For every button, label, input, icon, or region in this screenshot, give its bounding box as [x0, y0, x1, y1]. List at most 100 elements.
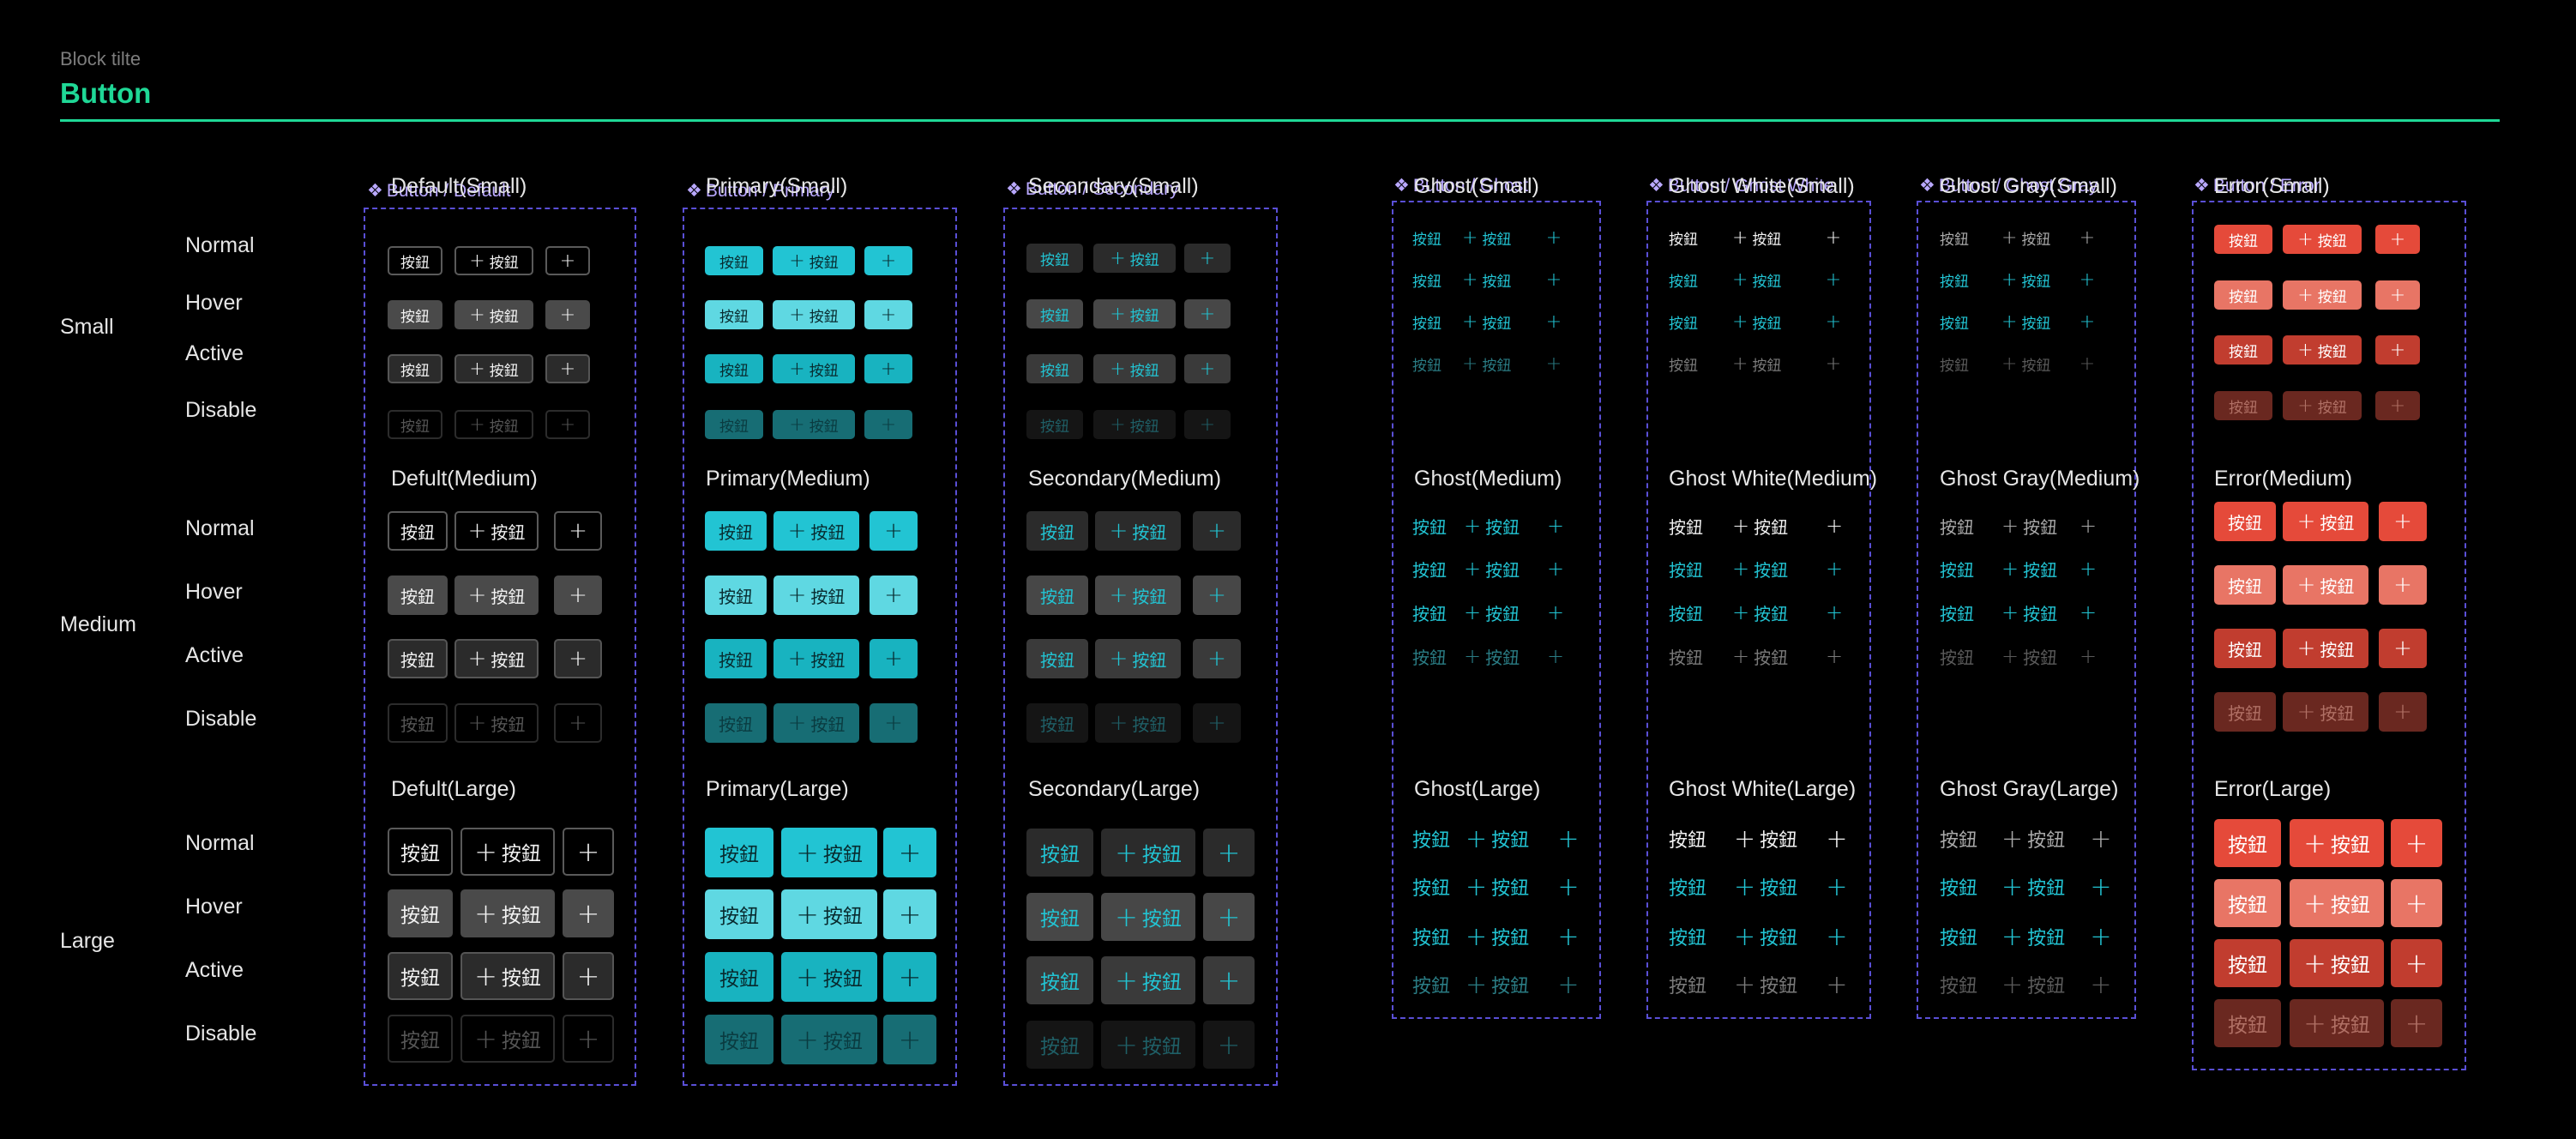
- error-text-button-medium-hover[interactable]: 按鈕: [2214, 565, 2276, 605]
- error-text-button-medium-active[interactable]: 按鈕: [2214, 629, 2276, 668]
- ghost-white-icon-text-button-medium-normal[interactable]: + 按鈕: [1732, 511, 1794, 540]
- ghost-white-text-button-medium-active[interactable]: 按鈕: [1669, 598, 1706, 627]
- default-icon-button-medium-normal[interactable]: +: [554, 511, 602, 551]
- secondary-icon-text-button-medium-normal[interactable]: + 按鈕: [1095, 511, 1181, 551]
- secondary-text-button-large-hover[interactable]: 按鈕: [1026, 893, 1093, 941]
- ghost-white-icon-button-small-normal[interactable]: +: [1823, 225, 1844, 250]
- ghost-gray-icon-text-button-small-normal[interactable]: + 按鈕: [2001, 225, 2056, 250]
- ghost-gray-icon-text-button-medium-active[interactable]: + 按鈕: [2001, 598, 2063, 627]
- primary-text-button-large-active[interactable]: 按鈕: [705, 952, 773, 1002]
- default-icon-text-button-small-hover[interactable]: + 按鈕: [454, 300, 533, 329]
- ghost-white-icon-button-large-hover[interactable]: +: [1825, 870, 1849, 904]
- default-text-button-medium-hover[interactable]: 按鈕: [388, 576, 448, 615]
- error-icon-text-button-small-disable[interactable]: + 按鈕: [2283, 391, 2362, 420]
- ghost-white-text-button-large-active[interactable]: 按鈕: [1669, 919, 1708, 954]
- error-text-button-medium-disable[interactable]: 按鈕: [2214, 692, 2276, 732]
- error-text-button-small-disable[interactable]: 按鈕: [2214, 391, 2272, 420]
- error-icon-text-button-small-active[interactable]: + 按鈕: [2283, 335, 2362, 365]
- ghost-gray-icon-button-large-hover[interactable]: +: [2089, 870, 2113, 904]
- error-text-button-large-hover[interactable]: 按鈕: [2214, 879, 2281, 927]
- primary-text-button-medium-hover[interactable]: 按鈕: [705, 576, 767, 615]
- error-icon-button-large-disable[interactable]: +: [2391, 999, 2442, 1047]
- primary-icon-text-button-small-hover[interactable]: + 按鈕: [773, 300, 855, 329]
- ghost-icon-text-button-small-active[interactable]: + 按鈕: [1462, 309, 1517, 334]
- ghost-white-text-button-small-hover[interactable]: 按鈕: [1669, 267, 1703, 292]
- default-text-button-large-hover[interactable]: 按鈕: [388, 889, 453, 937]
- secondary-icon-text-button-medium-hover[interactable]: + 按鈕: [1095, 576, 1181, 615]
- primary-icon-button-large-hover[interactable]: +: [883, 889, 936, 939]
- primary-text-button-small-hover[interactable]: 按鈕: [705, 300, 763, 329]
- primary-icon-button-medium-active[interactable]: +: [870, 639, 918, 678]
- ghost-text-button-medium-active[interactable]: 按鈕: [1412, 598, 1450, 627]
- secondary-text-button-medium-normal[interactable]: 按鈕: [1026, 511, 1088, 551]
- default-icon-button-small-active[interactable]: +: [545, 354, 590, 383]
- secondary-icon-button-large-disable[interactable]: +: [1203, 1021, 1255, 1069]
- primary-icon-text-button-large-normal[interactable]: + 按鈕: [781, 828, 877, 877]
- primary-icon-button-small-disable[interactable]: +: [864, 410, 912, 439]
- secondary-text-button-large-normal[interactable]: 按鈕: [1026, 829, 1093, 877]
- default-icon-text-button-small-active[interactable]: + 按鈕: [454, 354, 533, 383]
- secondary-icon-text-button-small-active[interactable]: + 按鈕: [1093, 354, 1176, 383]
- primary-text-button-large-normal[interactable]: 按鈕: [705, 828, 773, 877]
- secondary-text-button-small-normal[interactable]: 按鈕: [1026, 244, 1083, 273]
- ghost-icon-text-button-large-normal[interactable]: + 按鈕: [1466, 822, 1534, 856]
- ghost-icon-button-large-active[interactable]: +: [1556, 919, 1580, 954]
- ghost-icon-text-button-small-hover[interactable]: + 按鈕: [1462, 267, 1517, 292]
- ghost-gray-text-button-medium-disable[interactable]: 按鈕: [1940, 642, 1977, 671]
- primary-icon-text-button-large-disable[interactable]: + 按鈕: [781, 1015, 877, 1064]
- error-icon-button-small-active[interactable]: +: [2375, 335, 2420, 365]
- ghost-gray-icon-text-button-small-hover[interactable]: + 按鈕: [2001, 267, 2056, 292]
- ghost-white-icon-button-small-active[interactable]: +: [1823, 309, 1844, 334]
- primary-icon-text-button-medium-active[interactable]: + 按鈕: [773, 639, 859, 678]
- primary-icon-button-medium-disable[interactable]: +: [870, 703, 918, 743]
- ghost-text-button-large-hover[interactable]: 按鈕: [1412, 870, 1452, 904]
- ghost-white-text-button-medium-disable[interactable]: 按鈕: [1669, 642, 1706, 671]
- ghost-text-button-large-active[interactable]: 按鈕: [1412, 919, 1452, 954]
- ghost-white-icon-text-button-large-active[interactable]: + 按鈕: [1734, 919, 1801, 954]
- ghost-gray-icon-button-medium-active[interactable]: +: [2077, 598, 2099, 627]
- ghost-white-icon-button-large-normal[interactable]: +: [1825, 822, 1849, 856]
- default-text-button-medium-active[interactable]: 按鈕: [388, 639, 448, 678]
- error-icon-button-medium-active[interactable]: +: [2379, 629, 2427, 668]
- ghost-white-icon-text-button-medium-hover[interactable]: + 按鈕: [1732, 554, 1794, 583]
- default-text-button-medium-normal[interactable]: 按鈕: [388, 511, 448, 551]
- ghost-white-text-button-medium-normal[interactable]: 按鈕: [1669, 511, 1706, 540]
- error-icon-text-button-large-disable[interactable]: + 按鈕: [2290, 999, 2384, 1047]
- default-icon-button-large-active[interactable]: +: [563, 952, 614, 1000]
- secondary-icon-text-button-large-active[interactable]: + 按鈕: [1101, 956, 1195, 1004]
- secondary-text-button-small-hover[interactable]: 按鈕: [1026, 299, 1083, 328]
- ghost-white-text-button-small-active[interactable]: 按鈕: [1669, 309, 1703, 334]
- ghost-icon-button-medium-active[interactable]: +: [1544, 598, 1567, 627]
- ghost-white-icon-text-button-large-disable[interactable]: + 按鈕: [1734, 967, 1801, 1002]
- ghost-white-icon-text-button-large-normal[interactable]: + 按鈕: [1734, 822, 1801, 856]
- secondary-icon-text-button-small-normal[interactable]: + 按鈕: [1093, 244, 1176, 273]
- primary-icon-text-button-small-active[interactable]: + 按鈕: [773, 354, 855, 383]
- error-icon-text-button-small-normal[interactable]: + 按鈕: [2283, 225, 2362, 254]
- ghost-text-button-large-normal[interactable]: 按鈕: [1412, 822, 1452, 856]
- primary-text-button-large-disable[interactable]: 按鈕: [705, 1015, 773, 1064]
- ghost-white-icon-button-large-active[interactable]: +: [1825, 919, 1849, 954]
- error-icon-text-button-medium-hover[interactable]: + 按鈕: [2283, 565, 2368, 605]
- ghost-text-button-small-active[interactable]: 按鈕: [1412, 309, 1447, 334]
- default-text-button-small-hover[interactable]: 按鈕: [388, 300, 442, 329]
- error-icon-button-large-hover[interactable]: +: [2391, 879, 2442, 927]
- error-text-button-small-hover[interactable]: 按鈕: [2214, 280, 2272, 310]
- ghost-icon-button-medium-disable[interactable]: +: [1544, 642, 1567, 671]
- ghost-gray-text-button-small-disable[interactable]: 按鈕: [1940, 351, 1974, 377]
- secondary-icon-button-small-hover[interactable]: +: [1184, 299, 1231, 328]
- secondary-icon-button-small-disable[interactable]: +: [1184, 410, 1231, 439]
- ghost-gray-text-button-small-active[interactable]: 按鈕: [1940, 309, 1974, 334]
- primary-text-button-medium-active[interactable]: 按鈕: [705, 639, 767, 678]
- ghost-gray-icon-button-large-disable[interactable]: +: [2089, 967, 2113, 1002]
- primary-icon-button-small-hover[interactable]: +: [864, 300, 912, 329]
- ghost-gray-icon-text-button-small-disable[interactable]: + 按鈕: [2001, 351, 2056, 377]
- secondary-text-button-large-active[interactable]: 按鈕: [1026, 956, 1093, 1004]
- ghost-white-icon-button-large-disable[interactable]: +: [1825, 967, 1849, 1002]
- ghost-gray-icon-button-medium-hover[interactable]: +: [2077, 554, 2099, 583]
- secondary-text-button-small-disable[interactable]: 按鈕: [1026, 410, 1083, 439]
- ghost-white-icon-button-medium-hover[interactable]: +: [1823, 554, 1845, 583]
- ghost-icon-text-button-large-active[interactable]: + 按鈕: [1466, 919, 1534, 954]
- primary-icon-button-small-active[interactable]: +: [864, 354, 912, 383]
- ghost-icon-text-button-large-disable[interactable]: + 按鈕: [1466, 967, 1534, 1002]
- ghost-gray-text-button-large-normal[interactable]: 按鈕: [1940, 822, 1979, 856]
